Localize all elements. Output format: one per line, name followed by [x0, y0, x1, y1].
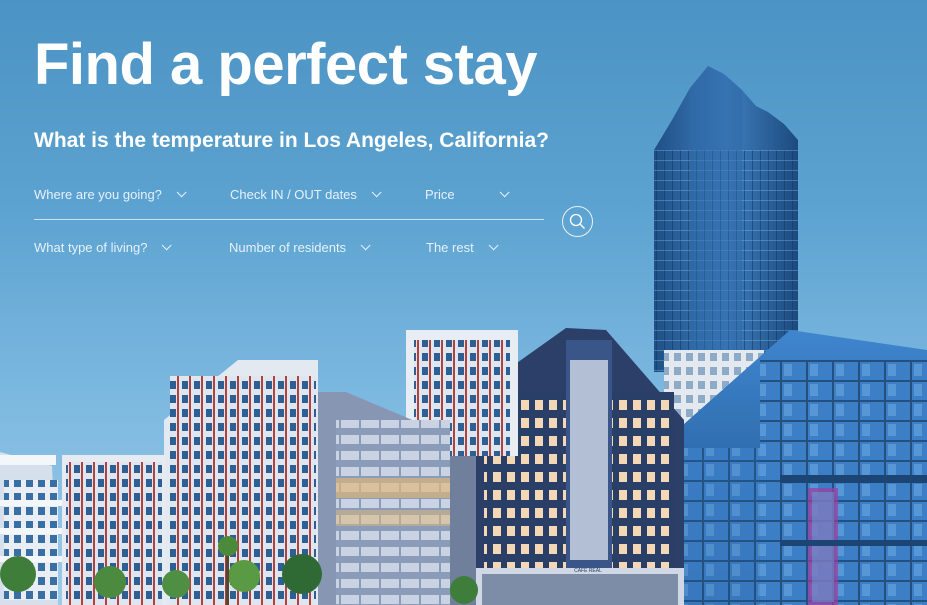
- hotel-sign: CAFE REAL: [574, 568, 602, 574]
- hero-subtitle: What is the temperature in Los Angeles, …: [34, 129, 549, 152]
- dates-dropdown[interactable]: Check IN / OUT dates: [230, 187, 382, 202]
- residents-dropdown[interactable]: Number of residents: [229, 240, 371, 255]
- the-rest-dropdown-label: The rest: [426, 240, 474, 255]
- dates-dropdown-label: Check IN / OUT dates: [230, 187, 357, 202]
- price-dropdown[interactable]: Price: [425, 187, 510, 202]
- search-icon: [569, 213, 585, 229]
- destination-dropdown[interactable]: Where are you going?: [34, 187, 187, 202]
- filter-divider: [34, 219, 544, 220]
- living-type-dropdown-label: What type of living?: [34, 240, 148, 255]
- page-title: Find a perfect stay: [34, 32, 537, 97]
- destination-dropdown-label: Where are you going?: [34, 187, 162, 202]
- residents-dropdown-label: Number of residents: [229, 240, 347, 255]
- search-button[interactable]: [562, 206, 593, 237]
- living-type-dropdown[interactable]: What type of living?: [34, 240, 173, 255]
- the-rest-dropdown[interactable]: The rest: [426, 240, 499, 255]
- price-dropdown-label: Price: [425, 187, 455, 202]
